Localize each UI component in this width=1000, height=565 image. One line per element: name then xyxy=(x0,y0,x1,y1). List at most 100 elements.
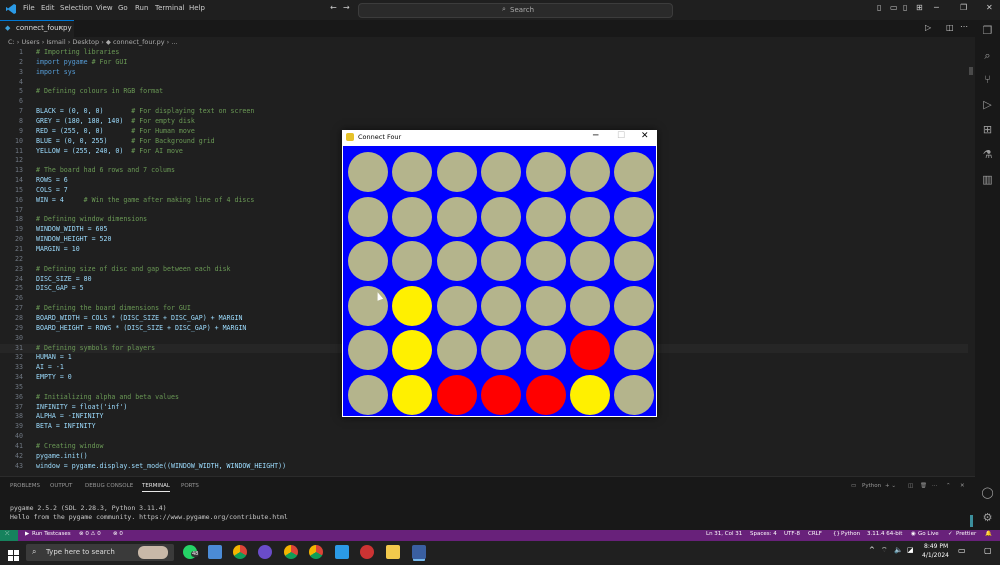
maximize-panel-icon[interactable]: ⌃ xyxy=(946,483,951,489)
board-disc[interactable] xyxy=(614,241,655,282)
board-disc[interactable] xyxy=(570,241,610,282)
app-icon[interactable] xyxy=(208,545,222,559)
python-interpreter[interactable]: 3.11.4 64-bit xyxy=(867,531,902,537)
split-terminal-icon[interactable]: ◫ xyxy=(908,483,913,489)
run-debug-icon[interactable]: ▷ xyxy=(981,98,994,111)
board-disc[interactable] xyxy=(436,375,477,415)
command-center-search[interactable]: ⌕ Search xyxy=(358,3,673,18)
taskbar-search[interactable]: ⌕ Type here to search xyxy=(26,544,174,561)
board-disc[interactable] xyxy=(525,285,566,326)
extensions-icon[interactable]: ⊞ xyxy=(981,123,994,136)
tab-debug-console[interactable]: DEBUG CONSOLE xyxy=(85,483,133,489)
board-disc[interactable] xyxy=(614,285,655,326)
code-line[interactable]: 5 # Defining colours in RGB format xyxy=(0,87,970,97)
board-disc[interactable] xyxy=(614,196,655,237)
run-testcases[interactable]: Run Testcases xyxy=(32,531,71,537)
board-disc[interactable] xyxy=(392,152,433,192)
menu-run[interactable]: Run xyxy=(135,4,148,12)
layout-panel-icon[interactable]: ▭ xyxy=(890,3,898,12)
panel-more-icon[interactable]: ⋯ xyxy=(932,483,938,489)
language-mode[interactable]: Python xyxy=(841,531,860,537)
windows-start-icon[interactable] xyxy=(8,546,19,561)
board-disc[interactable] xyxy=(525,330,566,371)
vscode-taskbar-icon[interactable] xyxy=(335,545,349,559)
kill-terminal-icon[interactable]: 🗑 xyxy=(920,483,927,489)
board-disc[interactable] xyxy=(614,375,655,415)
restore-icon[interactable]: ❐ xyxy=(960,3,967,12)
remote-indicator[interactable]: ⤫ xyxy=(0,530,18,541)
split-editor-icon[interactable]: ◫ xyxy=(946,23,954,32)
board-disc[interactable] xyxy=(570,375,610,415)
explorer-icon[interactable]: ❐ xyxy=(981,24,994,37)
board-disc[interactable] xyxy=(481,196,522,237)
board-disc[interactable] xyxy=(614,330,655,371)
code-line[interactable]: 7 BLACK = (0, 0, 0) # For displaying text… xyxy=(0,107,970,117)
minimize-icon[interactable]: ─ xyxy=(934,3,939,12)
tab-problems[interactable]: PROBLEMS xyxy=(10,483,40,489)
board-disc[interactable] xyxy=(436,196,477,237)
code-line[interactable]: 8 GREY = (180, 180, 140) # For empty disk xyxy=(0,117,970,127)
board-disc[interactable] xyxy=(525,196,566,237)
menu-selection[interactable]: Selection xyxy=(60,4,92,12)
game-close-icon[interactable]: ✕ xyxy=(641,131,649,141)
close-panel-icon[interactable]: ✕ xyxy=(960,483,965,489)
board-disc[interactable] xyxy=(525,241,566,282)
network-icon[interactable]: ⌔ xyxy=(881,546,888,555)
board-disc[interactable] xyxy=(570,152,610,192)
layout-secondary-icon[interactable]: ▯ xyxy=(903,3,907,12)
show-desktop-icon[interactable]: ▢ xyxy=(984,546,992,555)
code-line[interactable]: 43 window = pygame.display.set_mode((WIND… xyxy=(0,462,970,472)
run-python-icon[interactable]: ▷ xyxy=(925,23,931,32)
code-line[interactable]: 40 xyxy=(0,432,970,442)
pygame-taskbar-icon[interactable] xyxy=(412,545,426,559)
terminal-scrollbar[interactable] xyxy=(970,515,973,527)
board-disc[interactable] xyxy=(392,241,433,282)
board-disc[interactable] xyxy=(570,196,610,237)
line-ending[interactable]: CRLF xyxy=(808,531,822,537)
clock-time[interactable]: 8:49 PM xyxy=(924,543,948,550)
board-disc[interactable] xyxy=(481,375,522,415)
indentation[interactable]: Spaces: 4 xyxy=(750,531,777,537)
board-disc[interactable] xyxy=(525,152,566,192)
game-board[interactable] xyxy=(343,146,656,416)
chrome-profile-icon-2[interactable] xyxy=(360,545,374,559)
tab-connect-four[interactable]: ◆ connect_four.py × xyxy=(0,20,74,38)
board-disc[interactable] xyxy=(436,241,477,282)
menu-help[interactable]: Help xyxy=(189,4,205,12)
code-line[interactable]: 1 # Importing libraries xyxy=(0,48,970,58)
menu-edit[interactable]: Edit xyxy=(41,4,55,12)
board-disc[interactable] xyxy=(348,196,388,237)
board-disc[interactable] xyxy=(481,285,522,326)
board-disc[interactable] xyxy=(436,152,477,192)
board-disc[interactable] xyxy=(436,285,477,326)
board-disc[interactable] xyxy=(348,285,388,326)
go-live[interactable]: Go Live xyxy=(918,531,939,537)
customize-layout-icon[interactable]: ⊞ xyxy=(916,3,923,12)
game-minimize-icon[interactable]: ─ xyxy=(593,131,598,141)
code-line[interactable]: 41 # Creating window xyxy=(0,442,970,452)
volume-icon[interactable]: 🔈 xyxy=(894,546,903,554)
problems-count[interactable]: ⊗ 0 ⚠ 0 xyxy=(79,531,101,537)
encoding[interactable]: UTF-8 xyxy=(784,531,800,537)
board-disc[interactable] xyxy=(348,241,388,282)
editor-scrollbar[interactable] xyxy=(968,47,974,475)
code-line[interactable]: 4 xyxy=(0,78,970,88)
prettier[interactable]: Prettier xyxy=(956,531,976,537)
breadcrumb[interactable]: C: › Users › Ismail › Desktop › ◆ connec… xyxy=(8,38,178,46)
settings-gear-icon[interactable]: ⚙ xyxy=(981,511,994,524)
chrome-icon[interactable] xyxy=(233,545,247,559)
menu-go[interactable]: Go xyxy=(118,4,128,12)
tab-output[interactable]: OUTPUT xyxy=(50,483,72,489)
forward-arrow-icon[interactable]: → xyxy=(343,3,350,12)
notification-center-icon[interactable]: ▭ xyxy=(958,546,966,555)
terminal-shell-label[interactable]: Python xyxy=(862,483,881,489)
board-disc[interactable] xyxy=(481,152,522,192)
testing-icon[interactable]: ⚗ xyxy=(981,148,994,161)
board-disc[interactable] xyxy=(570,330,610,371)
notifications-icon[interactable]: 🔔 xyxy=(985,531,992,537)
tab-close-icon[interactable]: × xyxy=(58,24,64,32)
chrome-icon-3[interactable] xyxy=(309,545,323,559)
ports-count[interactable]: ⊗ 0 xyxy=(113,531,123,537)
layout-sidebar-icon[interactable]: ▯ xyxy=(877,3,881,12)
chrome-icon-2[interactable] xyxy=(284,545,298,559)
